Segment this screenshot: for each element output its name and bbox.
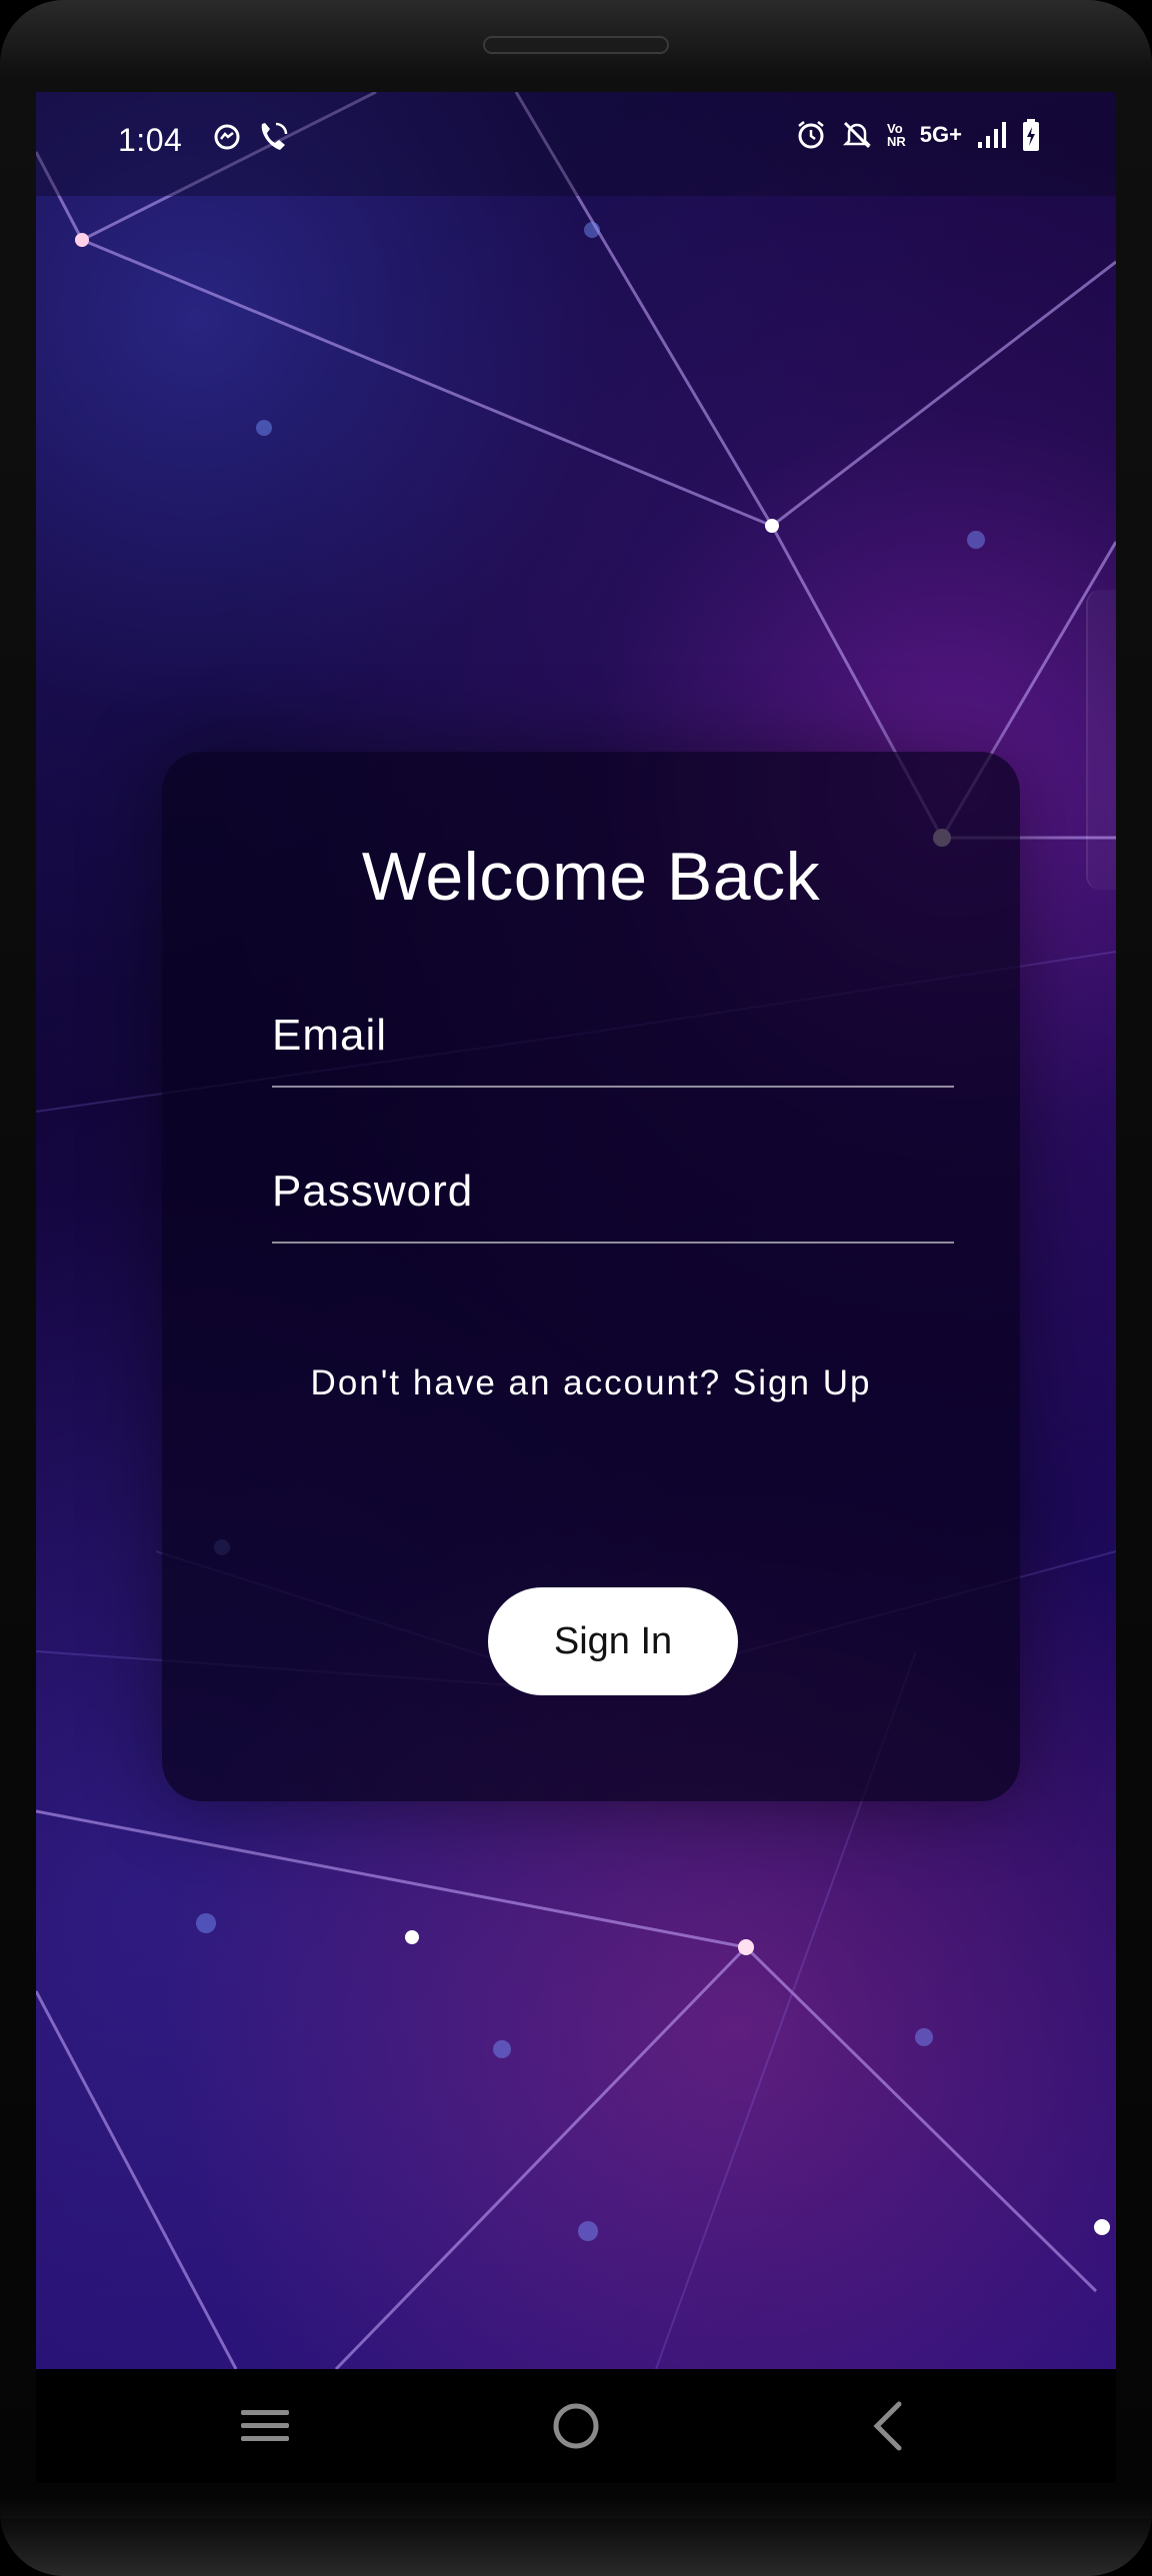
mute-icon xyxy=(842,121,872,149)
5g-icon: 5G+ xyxy=(919,122,962,147)
wifi-call-icon xyxy=(261,122,288,150)
phone-chin xyxy=(0,2519,1152,2576)
earpiece-speaker xyxy=(483,36,669,54)
alarm-icon xyxy=(798,121,824,149)
phone-frame: 1:04 Vo NR 5G+ Welcome Back Email Don't … xyxy=(0,0,1152,2576)
edge-panel-handle[interactable] xyxy=(1086,590,1116,890)
sign-in-button[interactable]: Sign In xyxy=(488,1587,738,1695)
home-button[interactable] xyxy=(539,2389,613,2463)
home-icon xyxy=(553,2403,599,2449)
email-input[interactable] xyxy=(272,988,954,1084)
email-field[interactable] xyxy=(272,988,954,1088)
back-button[interactable] xyxy=(850,2389,924,2463)
password-input[interactable] xyxy=(272,1144,954,1240)
status-bar: 1:04 Vo NR 5G+ xyxy=(36,92,1116,196)
password-field[interactable] xyxy=(272,1144,954,1244)
volte-icon: Vo NR xyxy=(887,121,906,149)
page-title: Welcome Back xyxy=(361,839,821,915)
battery-charging-icon xyxy=(1023,119,1039,151)
app-screen: 1:04 Vo NR 5G+ Welcome Back Email Don't … xyxy=(36,92,1116,2369)
system-nav-bar xyxy=(36,2369,1116,2483)
signal-icon xyxy=(978,122,1006,148)
back-icon xyxy=(873,2401,902,2451)
sign-up-link[interactable]: Don't have an account? Sign Up xyxy=(162,1363,1020,1403)
login-card: Welcome Back Don't have an account? Sign… xyxy=(162,752,1020,1801)
status-time: 1:04 xyxy=(118,122,183,158)
recent-apps-button[interactable] xyxy=(228,2389,302,2463)
messenger-icon xyxy=(214,124,240,150)
menu-icon xyxy=(241,2410,289,2441)
